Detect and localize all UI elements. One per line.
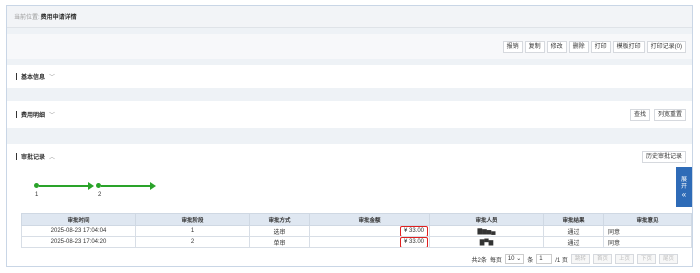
chevron-down-icon: ⌄ xyxy=(516,256,522,262)
print-button[interactable]: 打印 xyxy=(590,40,611,53)
pagination: 共2条 每页 10 ⌄ 条 1 /1 页 跳转 首页 上页 下页 尾页 xyxy=(471,254,678,264)
last-page-button[interactable]: 尾页 xyxy=(658,254,678,264)
col-header-stage: 审批阶段 xyxy=(135,213,250,226)
details-actions: 查找 列宽重置 xyxy=(629,108,686,121)
cell-stage: 1 xyxy=(135,225,250,237)
cell-amount: ¥ 33.00 xyxy=(309,236,430,248)
flow-step-label: 2 xyxy=(98,192,102,198)
section-marker xyxy=(16,153,17,160)
cell-amount: ¥ 33.00 xyxy=(309,225,430,237)
table-row: 2025-08-23 17:04:20 2 单审 ¥ 33.00 ▇▀▆ 通过 … xyxy=(21,236,692,248)
flow-arrow-head-icon xyxy=(150,181,156,190)
basic-info-section[interactable]: 基本信息 ﹀ xyxy=(7,65,692,88)
per-page-select[interactable]: 10 ⌄ xyxy=(504,254,525,264)
section-marker xyxy=(16,73,17,80)
page-title: 费用申请详情 xyxy=(40,15,77,21)
history-approval-button[interactable]: 历史审批记录 xyxy=(641,150,686,163)
table-row: 2025-08-23 17:04:04 1 选审 ¥ 33.00 ▇▆▅▄ 通过… xyxy=(21,225,692,237)
breadcrumb-label: 当前位置: xyxy=(14,15,40,21)
next-page-button[interactable]: 下页 xyxy=(636,254,656,264)
basic-info-title: 基本信息 xyxy=(21,75,46,81)
cell-person: ▇▀▆ xyxy=(429,236,544,248)
cell-method: 单审 xyxy=(249,236,310,248)
cell-time: 2025-08-23 17:04:20 xyxy=(21,236,136,248)
find-button[interactable]: 查找 xyxy=(629,108,650,121)
page-input[interactable]: 1 xyxy=(536,254,553,264)
approval-record-section: 审批记录 ︿ 历史审批记录 xyxy=(7,144,692,266)
approval-record-title: 审批记录 xyxy=(21,155,46,161)
side-tab-text-1: 展 xyxy=(680,176,687,183)
prev-page-button[interactable]: 上页 xyxy=(614,254,634,264)
print-log-button[interactable]: 打印记录(0) xyxy=(646,40,686,53)
pager-page-total: /1 页 xyxy=(555,257,568,264)
copy-button[interactable]: 复制 xyxy=(524,40,545,53)
pager-per-page-label: 每页 xyxy=(489,257,502,264)
per-page-value: 10 xyxy=(507,256,515,262)
expand-side-tab[interactable]: 展 开 « xyxy=(676,167,692,207)
table-header-row: 审批时间 审批阶段 审批方式 审批金额 审批人员 审批结果 审批意见 xyxy=(21,213,692,226)
approval-flow: 1 2 xyxy=(34,181,234,202)
amount-highlight: ¥ 33.00 xyxy=(400,237,428,247)
expense-details-section[interactable]: 费用明细 ﹀ 查找 列宽重置 xyxy=(7,101,692,128)
flow-arrow-line xyxy=(39,184,89,187)
expense-details-title: 费用明细 xyxy=(21,113,46,119)
double-chevron-left-icon: « xyxy=(681,189,687,199)
cell-stage: 2 xyxy=(135,236,250,248)
reimburse-button[interactable]: 报销 xyxy=(502,40,523,53)
col-header-opinion: 审批意见 xyxy=(603,213,692,226)
pager-unit: 条 xyxy=(527,257,534,264)
cell-result: 通过 xyxy=(543,225,604,237)
approval-actions: 历史审批记录 xyxy=(641,150,686,163)
col-header-result: 审批结果 xyxy=(543,213,604,226)
col-header-amount: 审批金额 xyxy=(309,213,430,226)
amount-highlight: ¥ 33.00 xyxy=(400,226,428,236)
cell-opinion: 同意 xyxy=(603,225,692,237)
cell-person: ▇▆▅▄ xyxy=(429,225,544,237)
jump-button[interactable]: 跳转 xyxy=(570,254,590,264)
approval-table: 审批时间 审批阶段 审批方式 审批金额 审批人员 审批结果 审批意见 2025-… xyxy=(21,213,692,248)
col-header-person: 审批人员 xyxy=(429,213,544,226)
chevron-down-icon[interactable]: ﹀ xyxy=(49,110,55,119)
app-frame: 当前位置: 费用申请详情 报销 复制 修改 删除 打印 模板打印 打印记录(0)… xyxy=(6,5,693,267)
chevron-up-icon[interactable]: ︿ xyxy=(49,152,55,161)
cell-result: 通过 xyxy=(543,236,604,248)
flow-step-label: 1 xyxy=(35,192,39,198)
col-header-method: 审批方式 xyxy=(249,213,310,226)
section-marker xyxy=(16,111,17,118)
edit-button[interactable]: 修改 xyxy=(546,40,567,53)
flow-arrow-line xyxy=(101,184,151,187)
cell-method: 选审 xyxy=(249,225,310,237)
breadcrumb: 当前位置: 费用申请详情 xyxy=(7,6,692,28)
cell-opinion: 同意 xyxy=(603,236,692,248)
chevron-down-icon[interactable]: ﹀ xyxy=(49,72,55,81)
first-page-button[interactable]: 首页 xyxy=(592,254,612,264)
pager-total: 共2条 xyxy=(471,257,487,264)
reset-column-width-button[interactable]: 列宽重置 xyxy=(653,108,686,121)
delete-button[interactable]: 删除 xyxy=(568,40,589,53)
cell-time: 2025-08-23 17:04:04 xyxy=(21,225,136,237)
flow-arrow-head-icon xyxy=(88,181,94,190)
action-toolbar: 报销 复制 修改 删除 打印 模板打印 打印记录(0) xyxy=(7,34,692,59)
col-header-time: 审批时间 xyxy=(21,213,136,226)
template-print-button[interactable]: 模板打印 xyxy=(612,40,645,53)
